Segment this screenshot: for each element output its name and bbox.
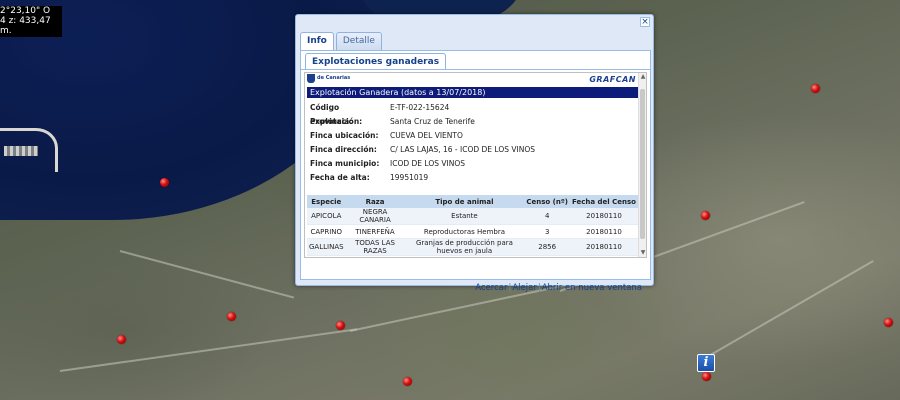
field-label: Fecha de alta:: [310, 173, 370, 182]
field-provincia: Provincia: Santa Cruz de Tenerife: [305, 115, 640, 129]
road: [119, 250, 295, 299]
zoom-in-link[interactable]: Acercar: [475, 283, 507, 293]
tab-detalle[interactable]: Detalle: [335, 32, 382, 50]
farm-marker[interactable]: [227, 312, 236, 321]
field-label: Código explotación:: [310, 103, 363, 126]
census-table: Especie Raza Tipo de animal Censo (nº) F…: [307, 195, 638, 256]
column-header: Fecha del Censo: [570, 195, 638, 208]
farm-marker[interactable]: [702, 372, 711, 381]
scroll-down-arrow-icon[interactable]: ▼: [639, 249, 646, 257]
grafcan-logo: GRAFCAN: [589, 75, 636, 84]
farm-marker[interactable]: [117, 335, 126, 344]
open-new-window-link[interactable]: Abrir en nueva ventana: [542, 283, 642, 293]
field-finca-municipio: Finca municipio: ICOD DE LOS VINOS: [305, 157, 640, 171]
table-cell: TODAS LAS RAZAS: [345, 238, 405, 256]
farm-marker[interactable]: [701, 211, 710, 220]
report-frame[interactable]: de Canarias GRAFCAN Explotación Ganadera…: [304, 72, 647, 258]
table-cell: APICOLA: [307, 208, 346, 225]
column-header: Censo (nº): [524, 195, 570, 208]
zoom-out-link[interactable]: Alejar: [512, 283, 536, 293]
report-logos: de Canarias GRAFCAN: [305, 73, 640, 87]
table-cell: 2856: [524, 238, 570, 256]
close-icon[interactable]: ×: [640, 17, 650, 27]
column-header: Raza: [345, 195, 405, 208]
table-cell: TINERFEÑA: [345, 224, 405, 239]
farm-marker[interactable]: [884, 318, 893, 327]
scrollbar-thumb[interactable]: [640, 89, 645, 239]
farm-marker[interactable]: [811, 84, 820, 93]
table-header-row: Especie Raza Tipo de animal Censo (nº) F…: [307, 195, 638, 208]
harbor-dock: [4, 146, 38, 156]
table-cell: 20180110: [570, 208, 638, 225]
table-row: CAPRINO TINERFEÑA Reproductoras Hembra 3…: [307, 224, 638, 239]
subtab-explotaciones-ganaderas[interactable]: Explotaciones ganaderas: [305, 53, 447, 70]
road: [699, 260, 874, 362]
separator: |: [508, 283, 512, 293]
report-scrollbar[interactable]: ▲ ▼: [638, 73, 646, 257]
table-cell: 20180110: [570, 238, 638, 256]
field-value: Santa Cruz de Tenerife: [390, 117, 475, 126]
table-cell: CAPRINO: [307, 224, 346, 239]
table-cell: GALLINAS: [307, 238, 346, 256]
coordinates-line-2: 4 z: 433,47 m.: [0, 16, 51, 36]
table-cell: Granjas de producción para huevos en jau…: [404, 238, 525, 256]
farm-marker[interactable]: [403, 377, 412, 386]
table-cell: 3: [524, 224, 570, 239]
report-fields: Código explotación: E-TF-022-15624 Provi…: [305, 101, 640, 185]
report-title: Explotación Ganadera (datos a 13/07/2018…: [307, 87, 638, 98]
gobierno-canarias-logo: de Canarias: [307, 74, 350, 83]
separator: |: [537, 283, 541, 293]
shield-icon: [307, 74, 315, 83]
scroll-up-arrow-icon[interactable]: ▲: [639, 73, 646, 81]
table-cell: Estante: [404, 208, 525, 225]
table-cell: Reproductoras Hembra: [404, 224, 525, 239]
farm-marker[interactable]: [160, 178, 169, 187]
field-value: E-TF-022-15624: [390, 103, 450, 112]
coordinates-readout: 2°23,10" O 4 z: 433,47 m.: [0, 6, 62, 37]
table-cell: 20180110: [570, 224, 638, 239]
table-cell: 4: [524, 208, 570, 225]
field-codigo: Código explotación: E-TF-022-15624: [305, 101, 640, 126]
field-label: Provincia:: [310, 117, 353, 126]
field-fecha-alta: Fecha de alta: 19951019: [305, 171, 640, 185]
tab-info[interactable]: Info: [300, 32, 334, 51]
info-marker-icon[interactable]: i: [697, 354, 715, 372]
field-label: Finca ubicación:: [310, 131, 379, 140]
table-row: APICOLA NEGRA CANARIA Estante 4 20180110: [307, 208, 638, 225]
field-value: CUEVA DEL VIENTO: [390, 131, 463, 140]
column-header: Especie: [307, 195, 346, 208]
field-finca-ubicacion: Finca ubicación: CUEVA DEL VIENTO: [305, 129, 640, 143]
farm-marker[interactable]: [336, 321, 345, 330]
road: [59, 328, 358, 372]
field-finca-direccion: Finca dirección: C/ LAS LAJAS, 16 - ICOD…: [305, 143, 640, 157]
field-value: C/ LAS LAJAS, 16 - ICOD DE LOS VINOS: [390, 145, 535, 154]
table-cell: NEGRA CANARIA: [345, 208, 405, 225]
tab-panel: Explotaciones ganaderas de Canarias GRAF…: [300, 50, 651, 293]
table-row: GALLINAS TODAS LAS RAZAS Granjas de prod…: [307, 238, 638, 256]
report-content: de Canarias GRAFCAN Explotación Ganadera…: [305, 73, 640, 257]
coordinates-line-1: 2°23,10" O: [0, 6, 51, 16]
field-label: Finca dirección:: [310, 145, 377, 154]
column-header: Tipo de animal: [404, 195, 525, 208]
field-label: Finca municipio:: [310, 159, 380, 168]
info-popup: × Info Detalle Explotaciones ganaderas d…: [295, 14, 654, 293]
subtab-divider: [301, 69, 650, 70]
popup-tabs: Info Detalle: [300, 32, 382, 51]
field-value: 19951019: [390, 173, 429, 182]
popup-actions: Acercar|Alejar|Abrir en nueva ventana: [475, 283, 642, 293]
field-value: ICOD DE LOS VINOS: [390, 159, 465, 168]
logo-left-text: de Canarias: [317, 75, 351, 81]
